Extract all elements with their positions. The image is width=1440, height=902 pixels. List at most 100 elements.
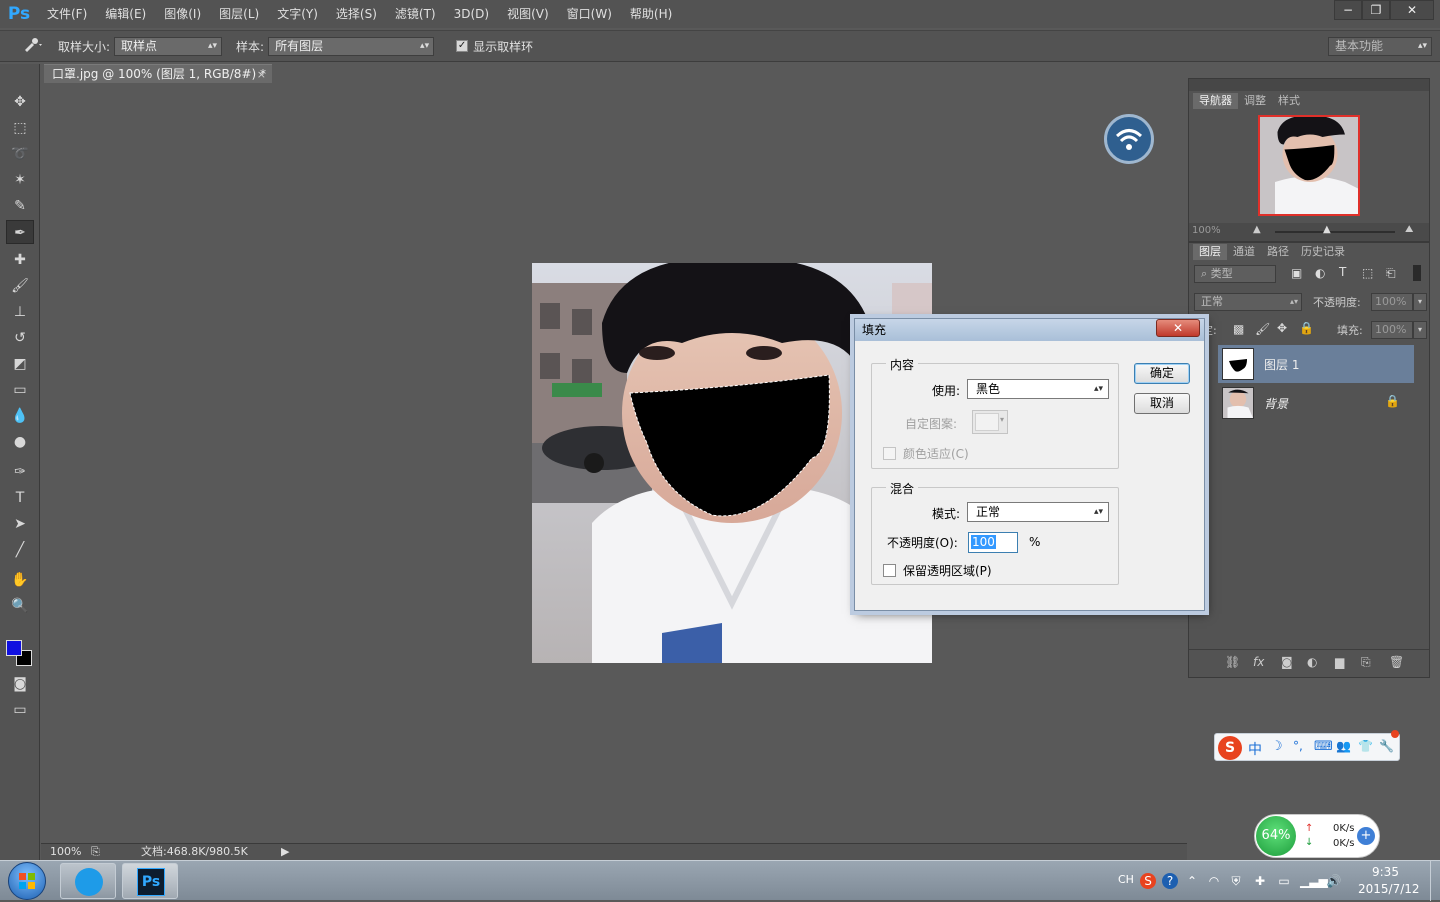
start-button-icon[interactable] [8,862,46,900]
ime-fullwidth-icon[interactable]: ☽ [1271,739,1283,754]
help-tray-icon[interactable]: ? [1162,873,1178,889]
tab-adjustments[interactable]: 调整 [1238,93,1272,109]
network-signal-icon[interactable]: ▁▃▅ [1300,873,1328,889]
taskbar-browser-app[interactable] [60,863,116,899]
menu-file[interactable]: 文件(F) [38,0,96,28]
opacity-field[interactable]: 100% [1371,293,1413,311]
zoom-slider-handle[interactable]: ▲ [1323,224,1331,235]
lock-all-icon[interactable]: 🔒 [1299,321,1314,335]
menu-image[interactable]: 图像(I) [155,0,210,28]
brush-tool-icon[interactable]: 🖌 [6,274,34,298]
magic-wand-tool-icon[interactable]: ✶ [6,168,34,192]
ime-user-icon[interactable]: 👥 [1336,739,1351,753]
zoom-tool-icon[interactable]: 🔍 [6,594,34,618]
layer-row-background[interactable]: 背景 🔒 [1218,384,1414,422]
hand-tool-icon[interactable]: ✋ [6,568,34,592]
workspace-select[interactable]: 基本功能 ▴▾ [1328,37,1432,56]
menu-type[interactable]: 文字(Y) [268,0,327,28]
ime-tools-icon[interactable]: 🔧 [1379,739,1394,753]
navigator-zoom-value[interactable]: 100% [1192,225,1221,236]
tab-paths[interactable]: 路径 [1261,244,1295,260]
dodge-tool-icon[interactable]: ● [6,430,34,454]
pen-tool-icon[interactable]: ✑ [6,460,34,484]
wifi-badge[interactable] [1104,114,1154,164]
layer-row-layer1[interactable]: 图层 1 [1218,345,1414,383]
opacity-dropdown-icon[interactable]: ▾ [1413,293,1427,311]
clone-stamp-tool-icon[interactable]: ⊥ [6,300,34,324]
fill-dropdown-icon[interactable]: ▾ [1413,321,1427,339]
ime-keyboard-icon[interactable]: ⌨ [1314,739,1333,754]
zoom-level[interactable]: 100% [50,844,81,860]
document-tab[interactable]: 口罩.jpg @ 100% (图层 1, RGB/8#) * × [44,64,272,83]
layer-filter-select[interactable]: ⌕ 类型 [1194,265,1276,283]
menu-layer[interactable]: 图层(L) [210,0,268,28]
gradient-tool-icon[interactable]: ▭ [6,378,34,402]
blur-tool-icon[interactable]: 💧 [6,404,34,428]
lock-position-icon[interactable]: ✥ [1277,321,1287,335]
close-document-icon[interactable]: × [257,65,266,84]
volume-icon[interactable]: 🔊 [1326,873,1342,889]
link-layers-icon[interactable]: ⛓ [1225,655,1240,669]
taskbar-photoshop-app[interactable]: Ps [122,863,178,899]
new-layer-icon[interactable]: ⎘ [1361,655,1371,670]
filter-toggle[interactable] [1413,265,1421,281]
show-ring-checkbox[interactable]: ✓ [456,40,469,52]
security-tray-icon[interactable]: ⛨ [1228,873,1244,889]
menu-edit[interactable]: 编辑(E) [96,0,155,28]
menu-select[interactable]: 选择(S) [327,0,386,28]
close-button[interactable]: ✕ [1390,0,1434,20]
tab-layers[interactable]: 图层 [1193,244,1227,260]
lock-transparent-icon[interactable]: ▩ [1233,322,1244,336]
screen-mode-icon[interactable]: ▭ [6,698,34,722]
export-icon[interactable]: ⎘ [91,844,100,860]
navigator-thumbnail[interactable] [1258,115,1360,216]
panel-collapse-bar[interactable] [1189,79,1429,91]
foreground-color-swatch[interactable] [6,640,22,656]
marquee-tool-icon[interactable]: ⬚ [6,116,34,140]
adjustment-layer-icon[interactable]: ◐ [1307,655,1317,669]
crop-tool-icon[interactable]: ✎ [6,194,34,218]
tab-history[interactable]: 历史记录 [1295,244,1351,260]
menu-filter[interactable]: 滤镜(T) [386,0,445,28]
status-menu-arrow-icon[interactable]: ▶ [281,844,289,860]
memory-usage-percent[interactable]: 64% [1256,816,1296,856]
filter-shape-icon[interactable]: ⬚ [1362,266,1373,280]
filter-type-icon[interactable]: T [1339,265,1346,279]
clock-time[interactable]: 9:35 [1372,865,1399,879]
widget-add-icon[interactable]: + [1357,827,1375,845]
cloud-tray-icon[interactable]: ✚ [1252,873,1268,889]
eyedropper-tool-icon[interactable]: ✒ [6,220,34,244]
layer-name[interactable]: 背景 [1264,395,1288,412]
network-speed-widget[interactable]: 64% ↑ ↓ 0K/s 0K/s + [1254,814,1380,858]
tab-styles[interactable]: 样式 [1272,93,1306,109]
delete-layer-icon[interactable]: 🗑 [1389,655,1404,669]
healing-brush-tool-icon[interactable]: ✚ [6,248,34,272]
dialog-title-bar[interactable]: 填充 [855,319,1204,341]
zoom-out-icon[interactable]: ▲ [1253,224,1261,235]
menu-help[interactable]: 帮助(H) [621,0,681,28]
lock-image-icon[interactable]: 🖌 [1255,322,1270,336]
filter-pixel-icon[interactable]: ▣ [1291,266,1302,280]
display-tray-icon[interactable]: ▭ [1276,873,1292,889]
dialog-close-button[interactable]: ✕ [1156,319,1200,337]
tab-navigator[interactable]: 导航器 [1193,93,1238,109]
eyedropper-preset-icon[interactable] [22,36,50,56]
menu-view[interactable]: 视图(V) [498,0,558,28]
menu-window[interactable]: 窗口(W) [558,0,621,28]
quick-mask-icon[interactable]: ◙ [6,672,34,696]
use-select[interactable]: 黑色 ▴▾ [967,379,1109,399]
input-language-indicator[interactable]: CH [1118,873,1134,886]
clock-date[interactable]: 2015/7/12 [1358,882,1420,896]
show-hidden-icons[interactable]: ⌃ [1184,873,1200,889]
restore-button[interactable]: ❐ [1362,0,1390,20]
fill-field[interactable]: 100% [1371,321,1413,339]
menu-3d[interactable]: 3D(D) [445,0,498,28]
ime-chinese-mode[interactable]: 中 [1248,739,1262,759]
blend-mode-select[interactable]: 正常 ▴▾ [1194,293,1302,311]
tab-channels[interactable]: 通道 [1227,244,1261,260]
lasso-tool-icon[interactable]: ➰ [6,142,34,166]
path-selection-tool-icon[interactable]: ➤ [6,512,34,536]
mode-select[interactable]: 正常 ▴▾ [967,502,1109,522]
layer-name[interactable]: 图层 1 [1264,356,1299,373]
line-tool-icon[interactable]: ╱ [6,538,34,562]
